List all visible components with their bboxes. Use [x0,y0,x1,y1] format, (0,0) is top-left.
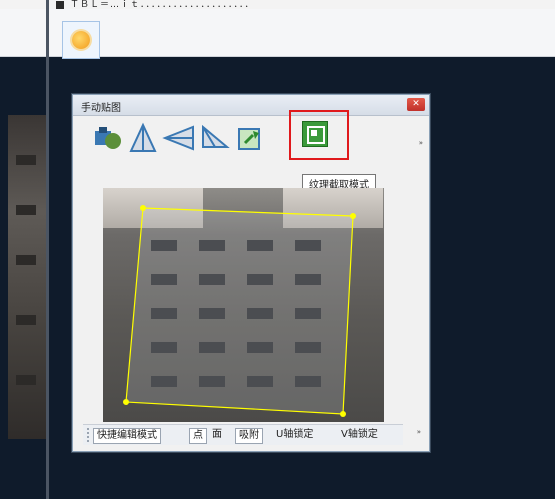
main-toolbar [0,9,555,59]
face-mode-button[interactable]: 面 [209,428,225,442]
window [16,155,36,165]
selection-quad[interactable] [125,207,354,415]
triangle-vertical-icon [129,122,157,152]
panel-titlebar[interactable]: 手动贴图 ✕ [73,95,429,116]
corner-handle[interactable] [340,411,346,417]
window [16,375,36,385]
edit-toolbar: 快捷编辑模式 点 面 吸附 U轴锁定 V轴锁定 » [83,424,421,445]
snap-button[interactable]: 吸附 [235,428,263,444]
panel-toolbar [89,110,409,160]
u-axis-lock-button[interactable]: U轴锁定 [273,428,316,442]
point-mode-button[interactable]: 点 [189,428,207,444]
toolbar-overflow-button[interactable]: » [419,139,423,147]
wedge-left-icon [162,125,194,151]
sun-button[interactable] [62,21,100,59]
bottom-overflow-button[interactable]: » [417,428,421,436]
texture-viewport[interactable] [103,188,384,422]
wedge-down-button[interactable] [197,121,233,155]
texture-capture-icon [302,121,328,147]
texture-capture-button[interactable] [289,110,349,160]
quick-edit-mode-button[interactable]: 快捷编辑模式 [93,428,161,444]
wedge-down-icon [202,124,230,148]
v-axis-lock-button[interactable]: V轴锁定 [338,428,381,442]
window [16,205,36,215]
wedge-left-button[interactable] [161,121,197,155]
window [16,315,36,325]
close-icon: ✕ [412,99,420,109]
rotate-icon [238,128,260,150]
close-button[interactable]: ✕ [407,98,425,111]
manual-texture-panel: 手动贴图 ✕ » 纹理截取模式 快捷编辑模式 点 面 吸附 U轴锁定 V轴锁定 … [72,94,430,452]
selection-overlay[interactable] [103,188,384,422]
rotate-button[interactable] [233,121,269,155]
camera-transform-button[interactable] [89,121,125,155]
header-text: ＴＢＬ＝…ｉｔ．．．．．．．．．．．．．．．．．．．． [56,0,255,9]
sun-icon [72,31,90,49]
background-photo-strip [8,115,46,439]
corner-handle[interactable] [123,399,129,405]
panel-title: 手动贴图 [81,103,121,114]
window [16,255,36,265]
triangle-vertical-button[interactable] [125,121,161,155]
workspace-divider[interactable] [46,0,49,499]
app-menu-bar: ＴＢＬ＝…ｉｔ．．．．．．．．．．．．．．．．．．．． [0,0,555,9]
camera-transform-icon [95,127,121,149]
corner-handle[interactable] [140,205,146,211]
corner-handle[interactable] [350,213,356,219]
header-mark [56,0,64,9]
